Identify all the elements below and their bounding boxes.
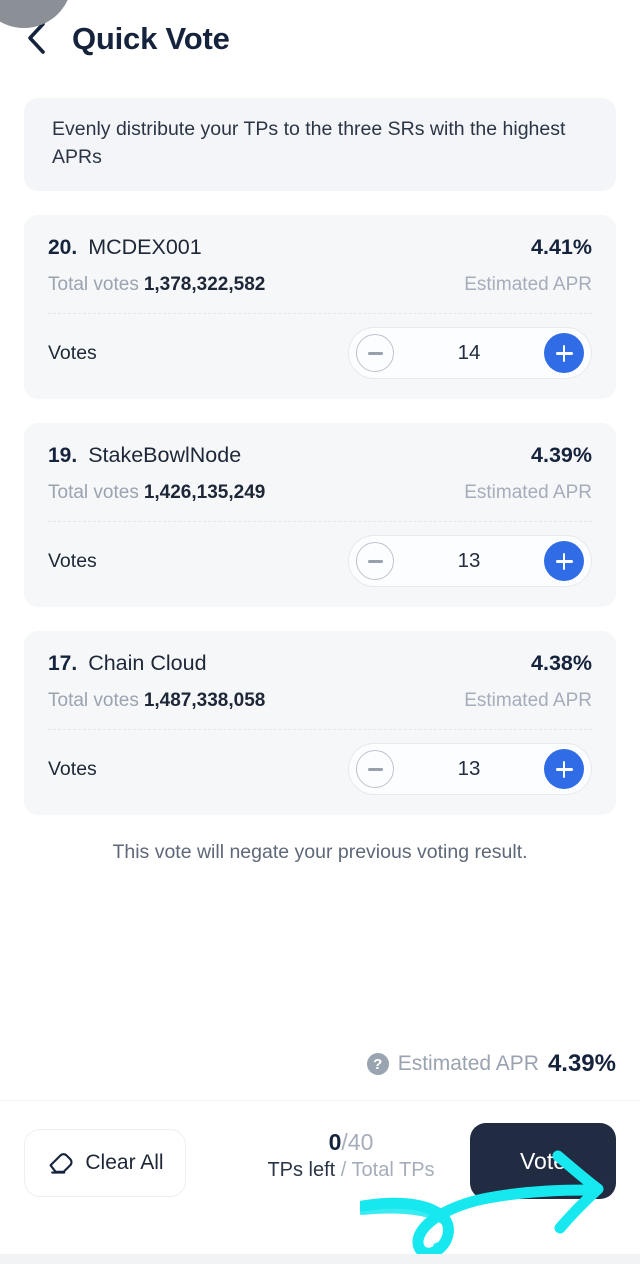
card-divider — [48, 521, 592, 523]
bottom-system-strip — [0, 1254, 640, 1264]
eraser-icon — [46, 1148, 76, 1178]
minus-icon — [367, 352, 383, 355]
votes-label: Votes — [48, 757, 97, 780]
sr-identity: 17. Chain Cloud — [48, 651, 207, 676]
clear-all-button[interactable]: Clear All — [24, 1129, 186, 1197]
sr-card-header: 20. MCDEX001 4.41% — [48, 235, 592, 260]
votes-input[interactable]: 13 — [394, 757, 544, 781]
votes-stepper[interactable]: 14 — [348, 327, 592, 380]
bottom-action-bar: Clear All 0/40 TPs left / Total TPs Vote — [0, 1100, 640, 1259]
minus-icon — [367, 560, 383, 563]
decrement-button[interactable] — [356, 334, 394, 373]
clear-all-label: Clear All — [85, 1151, 164, 1174]
card-divider — [48, 313, 592, 315]
vote-button-label: Vote — [519, 1147, 567, 1174]
sr-apr-label: Estimated APR — [464, 274, 592, 296]
votes-stepper[interactable]: 13 — [348, 743, 592, 796]
sr-card[interactable]: 20. MCDEX001 4.41% Total votes 1,378,322,… — [24, 215, 616, 400]
plus-icon-vertical — [562, 344, 566, 362]
sr-total-votes-label: Total votes — [48, 274, 139, 296]
tp-legend: TPs left / Total TPs — [267, 1159, 434, 1182]
sr-vote-row: Votes 14 — [48, 325, 592, 381]
tp-used-value: 0 — [328, 1129, 342, 1155]
sr-total-votes-value: 1,426,135,249 — [143, 482, 266, 504]
sr-card[interactable]: 19. StakeBowlNode 4.39% Total votes 1,426… — [24, 423, 616, 608]
estimated-apr-summary: ? Estimated APR 4.39% — [366, 1050, 616, 1078]
bottom-bar-inner: Clear All 0/40 TPs left / Total TPs Vote — [24, 1101, 616, 1259]
plus-icon-vertical — [562, 760, 566, 778]
sr-total-votes-value: 1,487,338,058 — [143, 690, 266, 712]
sr-total-votes: Total votes 1,378,322,582 — [48, 274, 265, 296]
sr-apr-value: 4.39% — [531, 443, 592, 468]
sr-apr-value: 4.38% — [531, 651, 592, 676]
info-banner-text: Evenly distribute your TPs to the three … — [52, 118, 566, 168]
sr-total-votes-label: Total votes — [48, 482, 139, 504]
negate-warning-text: This vote will negate your previous voti… — [112, 841, 528, 864]
tp-legend-left: TPs left — [267, 1159, 336, 1182]
sr-card-header: 19. StakeBowlNode 4.39% — [48, 443, 592, 468]
sr-vote-row: Votes 13 — [48, 741, 592, 797]
sr-total-votes-label: Total votes — [48, 690, 139, 712]
sr-total-votes: Total votes 1,487,338,058 — [48, 690, 265, 712]
sr-card-subheader: Total votes 1,378,322,582 Estimated APR — [48, 274, 592, 296]
plus-icon-vertical — [562, 552, 566, 570]
tp-legend-right: Total TPs — [351, 1159, 435, 1182]
sr-name: StakeBowlNode — [88, 443, 242, 468]
sr-apr-label: Estimated APR — [464, 482, 592, 504]
estimated-apr-summary-value: 4.39% — [547, 1050, 616, 1077]
increment-button[interactable] — [544, 541, 584, 582]
tp-legend-separator: / — [335, 1159, 352, 1182]
tp-separator: / — [341, 1129, 348, 1155]
sr-card-header: 17. Chain Cloud 4.38% — [48, 651, 592, 676]
card-divider — [48, 729, 592, 731]
sr-card[interactable]: 17. Chain Cloud 4.38% Total votes 1,487,3… — [24, 631, 616, 816]
quick-vote-screen: Quick Vote Evenly distribute your TPs to… — [0, 0, 640, 1264]
tp-counts: 0/40 — [329, 1129, 374, 1155]
info-banner: Evenly distribute your TPs to the three … — [24, 98, 616, 192]
votes-input[interactable]: 13 — [394, 549, 544, 573]
sr-rank: 17. — [48, 652, 78, 676]
votes-label: Votes — [48, 549, 97, 572]
increment-button[interactable] — [544, 333, 584, 374]
sr-total-votes-value: 1,378,322,582 — [143, 274, 266, 296]
question-mark-icon[interactable]: ? — [366, 1053, 389, 1075]
tp-total-value: 40 — [347, 1129, 374, 1155]
minus-icon — [367, 768, 383, 771]
votes-input[interactable]: 14 — [394, 341, 544, 365]
sr-total-votes: Total votes 1,426,135,249 — [48, 482, 265, 504]
sr-apr-label: Estimated APR — [464, 690, 592, 712]
page-title: Quick Vote — [72, 20, 230, 56]
sr-rank: 20. — [48, 236, 78, 260]
sr-card-subheader: Total votes 1,487,338,058 Estimated APR — [48, 690, 592, 712]
decrement-button[interactable] — [356, 750, 394, 789]
sr-name: Chain Cloud — [88, 651, 207, 676]
vote-button[interactable]: Vote — [470, 1123, 616, 1199]
votes-label: Votes — [48, 341, 97, 364]
page-header: Quick Vote — [0, 0, 640, 76]
page-body: Evenly distribute your TPs to the three … — [0, 76, 640, 1100]
sr-card-subheader: Total votes 1,426,135,249 Estimated APR — [48, 482, 592, 504]
sr-identity: 20. MCDEX001 — [48, 235, 202, 260]
sr-identity: 19. StakeBowlNode — [48, 443, 241, 468]
decrement-button[interactable] — [356, 542, 394, 581]
votes-stepper[interactable]: 13 — [348, 535, 592, 588]
sr-name: MCDEX001 — [88, 235, 202, 260]
estimated-apr-summary-label: Estimated APR — [397, 1052, 539, 1075]
sr-vote-row: Votes 13 — [48, 533, 592, 589]
sr-apr-value: 4.41% — [531, 235, 592, 260]
sr-rank: 19. — [48, 444, 78, 468]
increment-button[interactable] — [544, 749, 584, 790]
